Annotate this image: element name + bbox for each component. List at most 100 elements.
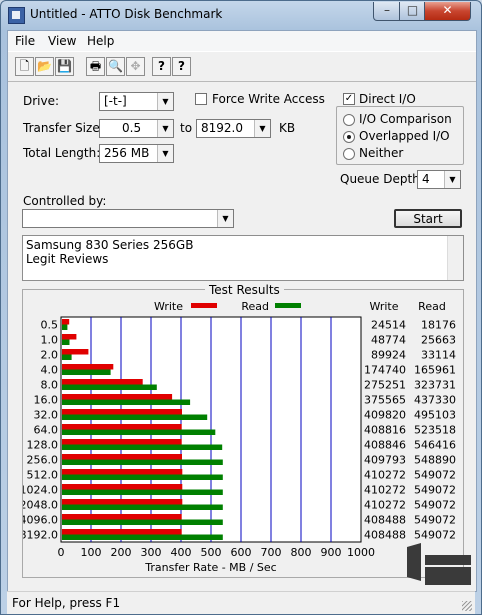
read-bar — [62, 384, 157, 390]
x-tick-label: 0 — [58, 546, 65, 559]
start-button[interactable]: Start — [394, 209, 462, 228]
read-value: 549072 — [414, 499, 456, 512]
chevron-down-icon: ▼ — [157, 145, 173, 162]
save-icon[interactable]: 💾 — [55, 57, 74, 76]
y-tick-label: 4.0 — [41, 364, 59, 377]
app-icon — [8, 7, 25, 24]
results-chart: 0 100 200 300 400 500 600 700 800 900 1000 Transfer… — [20, 300, 457, 574]
legend-read-label: Read — [241, 300, 269, 313]
force-write-label: Force Write Access — [212, 92, 325, 106]
write-value: 410272 — [364, 499, 406, 512]
close-button[interactable]: ✕ — [424, 2, 471, 21]
y-tick-label: 8.0 — [41, 379, 59, 392]
drive-select[interactable]: [-t-] ▼ — [99, 92, 174, 111]
to-label: to — [180, 121, 193, 135]
read-bar — [62, 504, 223, 510]
read-bar — [62, 489, 223, 495]
notes-textarea[interactable]: Samsung 830 Series 256GB Legit Reviews — [22, 235, 464, 281]
controlled-by-select[interactable]: ▼ — [22, 209, 234, 228]
status-bar: For Help, press F1 — [7, 591, 475, 614]
write-value: 48774 — [371, 334, 406, 347]
write-value: 409793 — [364, 454, 406, 467]
y-tick-label: 2.0 — [41, 349, 59, 362]
read-value: 548890 — [414, 454, 456, 467]
read-value: 437330 — [414, 394, 456, 407]
y-tick-label: 1024.0 — [23, 484, 58, 497]
write-bar — [62, 439, 182, 445]
write-bar — [62, 499, 183, 505]
write-value: 275251 — [364, 379, 406, 392]
write-value: 408846 — [364, 439, 406, 452]
transfer-size-from-value: 0.5 — [122, 121, 142, 135]
read-bar — [62, 444, 223, 450]
chevron-down-icon: ▼ — [444, 171, 460, 188]
write-value: 174740 — [364, 364, 406, 377]
chevron-down-icon: ▼ — [157, 93, 173, 110]
read-bar — [62, 324, 68, 330]
client-area: File View Help 🗋 📂 💾 🖶 🔍 ✥ ? ? Drive: [-… — [7, 30, 477, 592]
write-value: 375565 — [364, 394, 406, 407]
resize-grip-icon[interactable] — [462, 601, 472, 611]
context-help-icon[interactable]: ? — [172, 57, 191, 76]
minimize-button[interactable]: – — [373, 2, 401, 21]
read-value: 323731 — [414, 379, 456, 392]
direct-io-checkbox[interactable]: ✓ — [343, 93, 355, 105]
read-bar — [62, 354, 72, 360]
title-bar[interactable]: Untitled - ATTO Disk Benchmark – □ ✕ — [1, 1, 481, 29]
queue-depth-select[interactable]: 4 ▼ — [417, 170, 461, 189]
write-bar — [62, 319, 70, 325]
maximize-button[interactable]: □ — [399, 2, 426, 21]
controlled-by-label: Controlled by: — [23, 194, 107, 208]
read-value: 549072 — [414, 529, 456, 542]
write-value: 24514 — [371, 319, 406, 332]
test-results-group: Test Results 0 100 200 300 400 500 600 700 800 90… — [20, 283, 464, 578]
test-results-title: Test Results — [205, 283, 284, 297]
notes-scrollbar[interactable] — [447, 236, 463, 280]
y-tick-label: 0.5 — [41, 319, 59, 332]
open-folder-icon[interactable]: 📂 — [35, 57, 54, 76]
y-tick-label: 8192.0 — [23, 529, 58, 542]
neither-radio[interactable] — [343, 148, 355, 160]
y-tick-label: 1.0 — [41, 334, 59, 347]
help-icon[interactable]: ? — [152, 57, 171, 76]
print-preview-icon[interactable]: 🔍 — [106, 57, 125, 76]
write-bar — [62, 529, 182, 535]
chevron-down-icon: ▼ — [157, 120, 173, 137]
transfer-size-to-select[interactable]: 8192.0 ▼ — [196, 119, 271, 138]
io-comparison-radio[interactable] — [343, 114, 355, 126]
print-icon[interactable]: 🖶 — [86, 57, 105, 76]
write-bar — [62, 424, 182, 430]
read-bar — [62, 414, 208, 420]
write-bar — [62, 409, 182, 415]
read-value: 549072 — [414, 514, 456, 527]
menu-file[interactable]: File — [15, 34, 35, 48]
read-bar — [62, 519, 223, 525]
read-value: 549072 — [414, 469, 456, 482]
write-value: 410272 — [364, 469, 406, 482]
force-write-checkbox[interactable] — [195, 93, 207, 105]
notes-line-2: Legit Reviews — [26, 252, 109, 266]
chevron-down-icon: ▼ — [217, 210, 233, 227]
menu-help[interactable]: Help — [87, 34, 114, 48]
read-value: 165961 — [414, 364, 456, 377]
write-bar — [62, 469, 183, 475]
overlapped-io-radio[interactable] — [343, 131, 355, 143]
read-bar — [62, 429, 216, 435]
write-column-header: Write — [369, 300, 398, 313]
x-tick-label: 800 — [291, 546, 312, 559]
x-axis-title: Transfer Rate - MB / Sec — [144, 561, 276, 574]
write-value: 408488 — [364, 514, 406, 527]
move-icon[interactable]: ✥ — [126, 57, 145, 76]
overlapped-io-label: Overlapped I/O — [359, 129, 450, 143]
menu-view[interactable]: View — [48, 34, 76, 48]
y-tick-label: 4096.0 — [23, 514, 58, 527]
status-text: For Help, press F1 — [12, 596, 121, 610]
write-value: 408488 — [364, 529, 406, 542]
total-length-select[interactable]: 256 MB ▼ — [99, 144, 174, 163]
new-file-icon[interactable]: 🗋 — [15, 57, 34, 76]
x-tick-label: 1000 — [347, 546, 375, 559]
write-bar — [62, 514, 182, 520]
transfer-size-label: Transfer Size: — [23, 121, 104, 135]
y-tick-label: 32.0 — [34, 409, 59, 422]
transfer-size-from-select[interactable]: 0.5 ▼ — [99, 119, 174, 138]
